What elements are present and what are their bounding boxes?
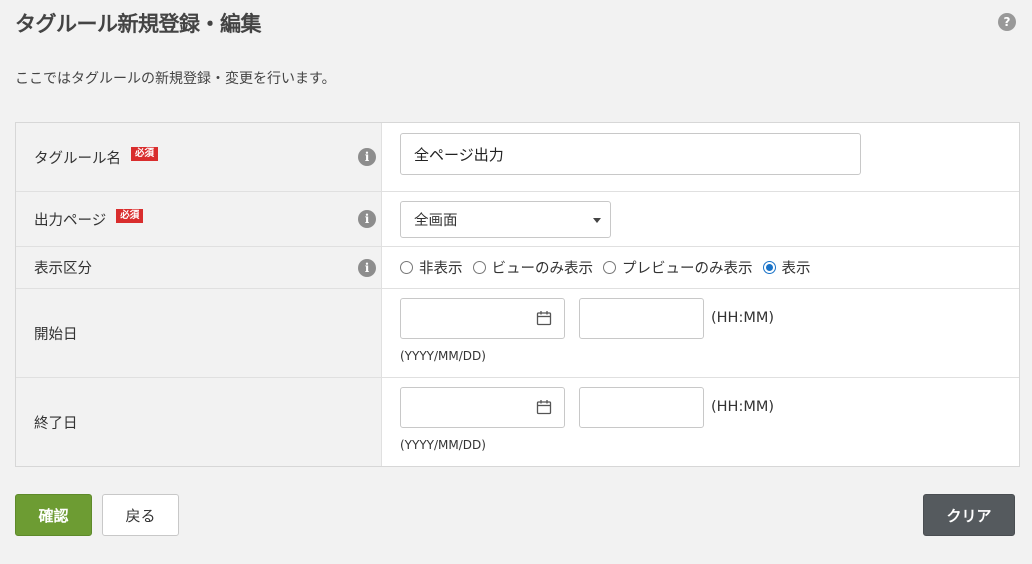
- radio-button[interactable]: [603, 261, 616, 274]
- output-page-label: 出力ページ: [34, 212, 107, 229]
- label-cell-display-type: 表示区分 i: [16, 247, 382, 288]
- radio-label: 表示: [781, 261, 811, 277]
- page-title: タグルール新規登録・編集: [15, 12, 262, 36]
- start-time-input[interactable]: [579, 298, 704, 339]
- page-description: ここではタグルールの新規登録・変更を行います。: [15, 71, 336, 87]
- end-time-input[interactable]: [579, 387, 704, 428]
- confirm-button[interactable]: 確認: [15, 494, 92, 536]
- info-icon[interactable]: i: [358, 258, 376, 277]
- date-format-hint: (YYYY/MM/DD): [400, 349, 486, 363]
- radio-view-only[interactable]: ビューのみ表示: [472, 257, 594, 278]
- label-cell-start-date: 開始日: [16, 289, 382, 377]
- rule-name-label: タグルール名: [34, 150, 121, 167]
- required-badge: 必須: [131, 147, 159, 161]
- value-cell-output-page: 全画面: [382, 192, 1019, 246]
- value-cell-rule-name: [382, 123, 1019, 191]
- label-cell-end-date: 終了日: [16, 378, 382, 466]
- value-cell-display-type: 非表示 ビューのみ表示 プレビューのみ表示 表示: [382, 247, 1019, 288]
- time-format-hint: (HH:MM): [711, 310, 775, 326]
- radio-label: プレビューのみ表示: [622, 261, 753, 277]
- row-end-date: 終了日 (HH:MM) (YYYY/MM/DD): [16, 378, 1019, 466]
- radio-button[interactable]: [472, 261, 486, 274]
- row-display-type: 表示区分 i 非表示 ビューのみ表示 プレビューのみ表示 表示: [16, 247, 1019, 289]
- required-badge: 必須: [116, 209, 144, 223]
- caret-down-icon: [593, 218, 601, 223]
- row-start-date: 開始日 (HH:MM) (YYYY/MM/DD): [16, 289, 1019, 378]
- calendar-icon[interactable]: [536, 399, 552, 415]
- radio-button[interactable]: [400, 261, 413, 274]
- back-button[interactable]: 戻る: [102, 494, 179, 536]
- label-cell-rule-name: タグルール名 必須 i: [16, 123, 382, 191]
- rule-name-input[interactable]: [400, 133, 861, 175]
- start-date-label: 開始日: [34, 326, 78, 343]
- info-icon[interactable]: i: [358, 148, 376, 166]
- value-cell-end-date: (HH:MM) (YYYY/MM/DD): [382, 378, 1019, 466]
- radio-button-checked[interactable]: [762, 261, 776, 274]
- output-page-select[interactable]: 全画面: [400, 201, 611, 238]
- form-table: タグルール名 必須 i 出力ページ 必須 i 全画面 表示区分 i: [15, 122, 1020, 467]
- start-date-input[interactable]: [400, 298, 565, 339]
- value-cell-start-date: (HH:MM) (YYYY/MM/DD): [382, 289, 1019, 377]
- radio-label: ビューのみ表示: [491, 261, 594, 277]
- label-cell-output-page: 出力ページ 必須 i: [16, 192, 382, 246]
- end-date-input[interactable]: [400, 387, 565, 428]
- date-format-hint: (YYYY/MM/DD): [400, 438, 486, 452]
- info-icon[interactable]: i: [358, 210, 376, 228]
- help-icon[interactable]: ?: [998, 13, 1016, 31]
- time-format-hint: (HH:MM): [711, 399, 775, 415]
- radio-hidden[interactable]: 非表示: [400, 257, 463, 278]
- calendar-icon[interactable]: [536, 310, 552, 326]
- radio-show[interactable]: 表示: [762, 257, 811, 278]
- end-date-label: 終了日: [34, 415, 78, 432]
- row-rule-name: タグルール名 必須 i: [16, 123, 1019, 192]
- display-type-radio-group: 非表示 ビューのみ表示 プレビューのみ表示 表示: [400, 247, 1019, 288]
- row-output-page: 出力ページ 必須 i 全画面: [16, 192, 1019, 247]
- radio-preview-only[interactable]: プレビューのみ表示: [603, 257, 753, 278]
- radio-label: 非表示: [419, 261, 463, 277]
- output-page-selected: 全画面: [414, 213, 458, 229]
- clear-button[interactable]: クリア: [923, 494, 1015, 536]
- display-type-label: 表示区分: [34, 261, 92, 277]
